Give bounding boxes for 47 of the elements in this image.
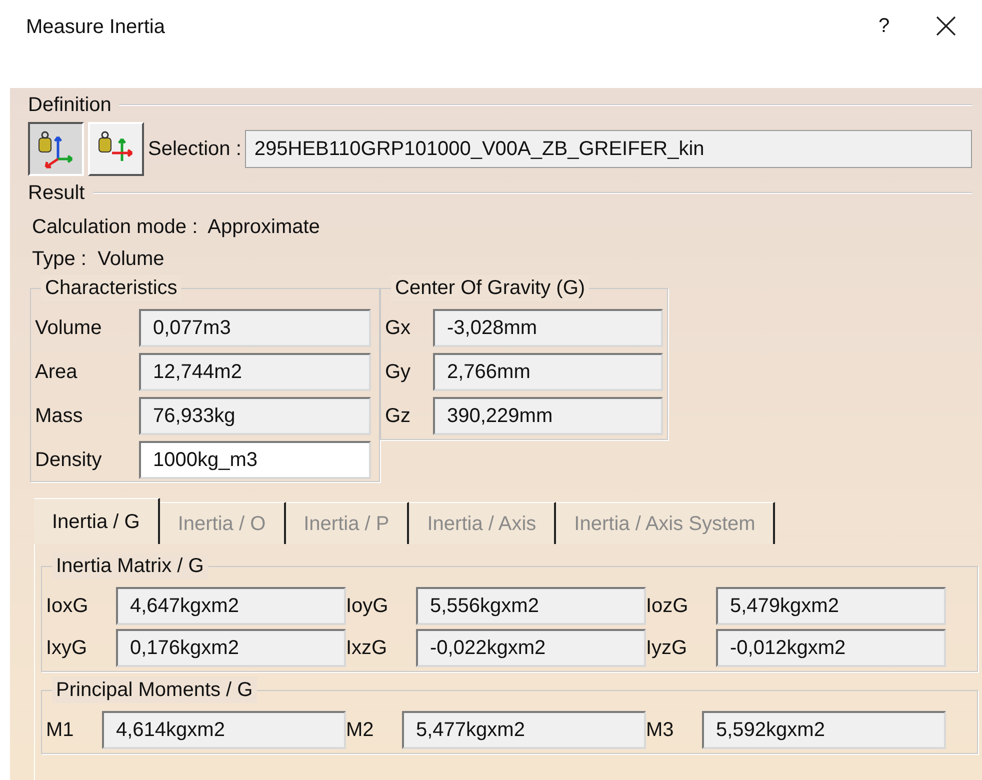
moment-label: M3 bbox=[646, 718, 675, 743]
group-title: Principal Moments / G bbox=[52, 677, 257, 703]
section-title: Result bbox=[28, 181, 85, 206]
value-field[interactable]: 0,176kgxm2 bbox=[116, 629, 346, 667]
type-text: Type : Volume bbox=[32, 247, 166, 272]
property-label: Area bbox=[35, 360, 78, 385]
selection-field[interactable]: 295HEB110GRP101000_V00A_ZB_GREIFER_kin bbox=[245, 130, 972, 168]
close-icon bbox=[936, 16, 956, 36]
matrix-label: IoxG bbox=[46, 594, 90, 619]
calculation-mode-text: Calculation mode : Approximate bbox=[32, 215, 321, 240]
property-label: Density bbox=[35, 448, 103, 473]
tab[interactable]: Inertia / G bbox=[34, 498, 160, 544]
coordinate-label: Gz bbox=[385, 404, 412, 429]
window-title: Measure Inertia bbox=[26, 15, 165, 40]
value-field[interactable]: 12,744m2 bbox=[139, 353, 371, 391]
moment-label: M2 bbox=[346, 718, 375, 743]
value-field[interactable]: 4,647kgxm2 bbox=[116, 587, 346, 625]
value-field[interactable]: -0,012kgxm2 bbox=[716, 629, 946, 667]
matrix-label: IoyG bbox=[346, 594, 390, 619]
coordinate-label: Gy bbox=[385, 360, 412, 385]
value-field[interactable]: 5,479kgxm2 bbox=[716, 587, 946, 625]
value-field[interactable]: 2,766mm bbox=[433, 353, 663, 391]
value-field[interactable]: 0,077m3 bbox=[139, 309, 371, 347]
value-field[interactable]: 76,933kg bbox=[139, 397, 371, 435]
group-title: Inertia Matrix / G bbox=[52, 553, 208, 579]
section-title: Definition bbox=[28, 93, 112, 118]
property-label: Mass bbox=[35, 404, 84, 429]
matrix-label: IozG bbox=[646, 594, 690, 619]
coordinate-label: Gx bbox=[385, 316, 412, 341]
mode-button[interactable] bbox=[28, 122, 84, 176]
value-field[interactable]: -3,028mm bbox=[433, 309, 663, 347]
group-title: Center Of Gravity (G) bbox=[391, 275, 590, 301]
matrix-label: IxzG bbox=[346, 636, 388, 661]
value-field[interactable]: -0,022kgxm2 bbox=[416, 629, 646, 667]
value-field[interactable]: 5,556kgxm2 bbox=[416, 587, 646, 625]
value-field[interactable]: 1000kg_m3 bbox=[139, 441, 371, 479]
matrix-label: IxyG bbox=[46, 636, 88, 661]
matrix-label: IyzG bbox=[646, 636, 688, 661]
help-button[interactable]: ? bbox=[864, 10, 904, 42]
value-field[interactable]: 390,229mm bbox=[433, 397, 663, 435]
moment-label: M1 bbox=[46, 718, 75, 743]
selection-label: Selection : bbox=[148, 137, 242, 162]
value-field[interactable]: 4,614kgxm2 bbox=[102, 711, 346, 749]
value-field[interactable]: 5,477kgxm2 bbox=[402, 711, 646, 749]
group-title: Characteristics bbox=[41, 275, 182, 301]
value-field[interactable]: 5,592kgxm2 bbox=[702, 711, 946, 749]
property-label: Volume bbox=[35, 316, 103, 341]
